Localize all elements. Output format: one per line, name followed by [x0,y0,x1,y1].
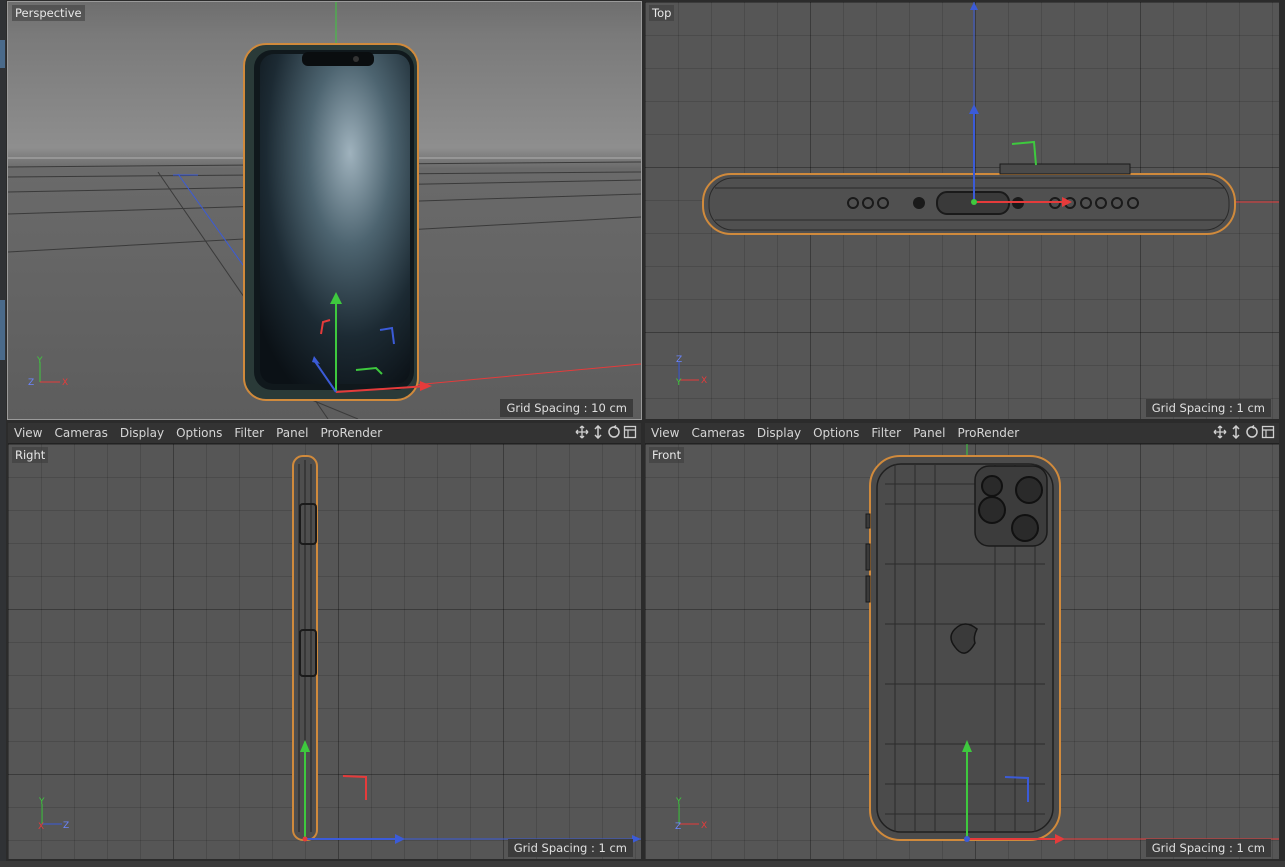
axis-z-label: Z [675,822,681,832]
axis-x-label: X [701,376,707,386]
viewport-right[interactable]: Right Y X Z Grid Spacing : 1 cm [8,444,641,859]
axis-x-label: X [62,378,68,388]
menu-display[interactable]: Display [751,426,807,440]
axis-x-label: X [701,821,707,831]
axis-z-label: Z [28,378,34,388]
grid-spacing-front: Grid Spacing : 1 cm [1145,839,1271,857]
menu-view[interactable]: View [645,426,685,440]
menu-prorender[interactable]: ProRender [951,426,1025,440]
bottom-status-strip [0,861,1285,867]
top-scene [702,2,1279,235]
viewport-label-front[interactable]: Front [649,447,685,463]
left-toolbar-tab[interactable] [0,40,5,68]
grid-spacing-right: Grid Spacing : 1 cm [507,839,633,857]
menu-options[interactable]: Options [807,426,865,440]
axis-z-label: Z [676,355,682,365]
viewport-label-top[interactable]: Top [649,5,675,21]
menu-filter[interactable]: Filter [228,426,270,440]
grid-spacing-perspective: Grid Spacing : 10 cm [500,399,633,417]
axis-y-label: Y [38,797,45,807]
viewport-perspective[interactable]: Perspective Y X Z Grid Spacing : 10 cm [7,1,642,420]
axis-x-label: X [38,822,44,832]
maximize-view-icon[interactable] [623,425,637,439]
move-view-icon[interactable] [1213,425,1227,439]
axes-gizmo-right: Y X Z [38,797,69,832]
menu-cameras[interactable]: Cameras [48,426,113,440]
rotate-view-icon[interactable] [607,425,621,439]
move-view-icon[interactable] [575,425,589,439]
perspective-scene [8,2,641,419]
menu-display[interactable]: Display [114,426,170,440]
left-toolbar-strip [0,0,6,867]
axes-gizmo-perspective: Y X Z [28,356,68,388]
axis-z-label: Z [63,821,69,831]
pan-view-icon[interactable] [1229,425,1243,439]
right-scene [292,455,641,844]
axis-y-label: Y [675,378,682,388]
maximize-view-icon[interactable] [1261,425,1275,439]
menu-filter[interactable]: Filter [865,426,907,440]
phone-model-perspective [243,43,432,401]
viewport-label-right[interactable]: Right [12,447,49,463]
axes-gizmo-top: Z Y X [675,355,707,388]
phone-model-top [702,163,1236,235]
viewport-front[interactable]: Front Y X Z Grid Spacing : 1 cm [645,444,1279,859]
menu-prorender[interactable]: ProRender [314,426,388,440]
phone-model-front [865,455,1061,841]
grid-spacing-top: Grid Spacing : 1 cm [1145,399,1271,417]
menu-options[interactable]: Options [170,426,228,440]
axis-y-label: Y [36,356,43,366]
menu-cameras[interactable]: Cameras [685,426,750,440]
axes-gizmo-front: Y X Z [675,797,707,832]
menu-panel[interactable]: Panel [907,426,951,440]
menu-panel[interactable]: Panel [270,426,314,440]
pan-view-icon[interactable] [591,425,605,439]
viewport-top[interactable]: Top Z Y X Grid Spacing : 1 cm [645,2,1279,419]
front-scene [865,444,1279,844]
rotate-view-icon[interactable] [1245,425,1259,439]
viewport-menubar-right: View Cameras Display Options Filter Pane… [8,423,641,444]
axis-y-label: Y [675,797,682,807]
left-toolbar-tab[interactable] [0,300,5,360]
viewport-label-perspective[interactable]: Perspective [12,5,85,21]
menu-view[interactable]: View [8,426,48,440]
viewport-menubar-front: View Cameras Display Options Filter Pane… [645,423,1279,444]
